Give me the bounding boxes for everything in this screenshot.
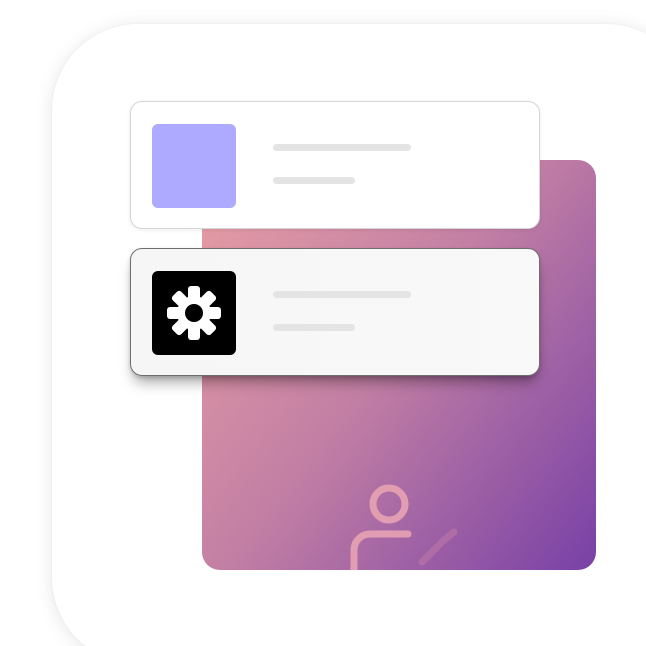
card-thumbnail bbox=[152, 124, 236, 208]
placeholder-subtitle-line bbox=[273, 177, 355, 184]
person-pointer-icon bbox=[350, 484, 458, 570]
placeholder-title-line bbox=[273, 291, 411, 298]
placeholder-subtitle-line bbox=[273, 324, 355, 331]
gear-icon bbox=[167, 286, 221, 340]
list-card-1[interactable] bbox=[130, 101, 540, 229]
settings-thumbnail bbox=[152, 271, 236, 355]
list-card-2-settings[interactable] bbox=[130, 248, 540, 376]
illustration-stage bbox=[0, 0, 646, 646]
placeholder-title-line bbox=[273, 144, 411, 151]
